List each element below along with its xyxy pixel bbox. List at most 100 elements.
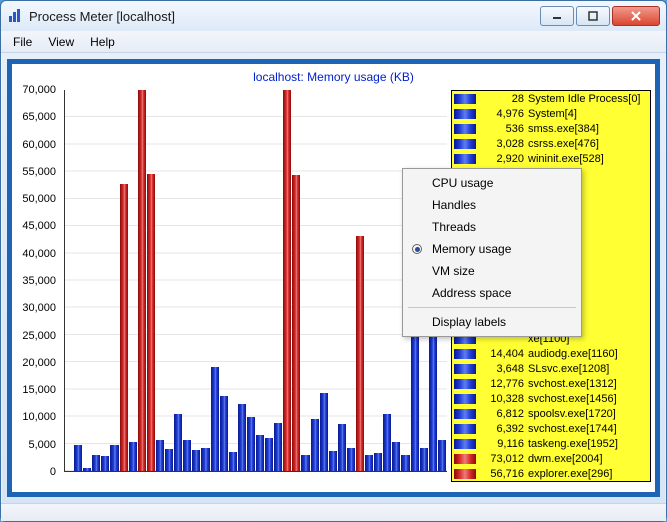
context-menu-threads[interactable]: Threads [406,216,578,238]
chart-bar[interactable] [274,423,282,471]
chart-bar[interactable] [356,236,364,471]
app-window: Process Meter [localhost] File View Help… [0,0,667,522]
chart-bar[interactable] [174,414,182,471]
chart-bar[interactable] [283,90,291,471]
chart-bar[interactable] [320,393,328,471]
chart-bar[interactable] [74,445,82,471]
chart-bar[interactable] [256,435,264,471]
legend-value: 6,812 [480,408,524,420]
legend-row[interactable]: 2,920wininit.exe[528] [452,151,650,166]
chart-bar[interactable] [247,417,255,471]
chart-bar[interactable] [411,314,419,471]
legend-row[interactable]: 3,028 csrss.exe[476] [452,136,650,151]
chart-bar[interactable] [429,335,437,471]
y-tick-label: 5,000 [28,439,56,451]
menu-help[interactable]: Help [82,33,123,51]
legend-value: 9,116 [480,438,524,450]
context-menu-labels[interactable]: Display labels [406,311,578,333]
y-tick-label: 70,000 [22,84,56,96]
chart-bar[interactable] [220,396,228,471]
chart-bar[interactable] [292,175,300,471]
chart-bar[interactable] [138,90,146,471]
legend-swatch [454,424,476,434]
chart-bar[interactable] [101,456,109,471]
legend-name: smss.exe[384] [528,123,599,135]
chart-bar[interactable] [147,174,155,471]
legend-name: csrss.exe[476] [528,138,599,150]
legend-row[interactable]: 6,812spoolsv.exe[1720] [452,406,650,421]
y-tick-label: 10,000 [22,411,56,423]
chart-bar[interactable] [329,451,337,471]
chart-bar[interactable] [192,450,200,471]
legend-row[interactable]: 28System Idle Process[0] [452,91,650,106]
legend-name: svchost.exe[1312] [528,378,617,390]
window-title: Process Meter [localhost] [29,9,538,24]
chart-bar[interactable] [265,438,273,471]
context-menu-cpu[interactable]: CPU usage [406,172,578,194]
legend-row[interactable]: 10,328svchost.exe[1456] [452,391,650,406]
chart-bar[interactable] [374,453,382,471]
legend-value: 3,028 [480,138,524,150]
maximize-button[interactable] [576,6,610,26]
chart-bar[interactable] [420,448,428,471]
legend-swatch [454,349,476,359]
legend-row[interactable]: 73,012dwm.exe[2004] [452,451,650,466]
context-menu-label: CPU usage [432,176,493,190]
chart-bar[interactable] [229,452,237,471]
context-menu-label: Handles [432,198,476,212]
context-menu-addr[interactable]: Address space [406,282,578,304]
legend-name: wininit.exe[528] [528,153,604,165]
chart-bar[interactable] [301,455,309,471]
chart-bar[interactable] [92,455,100,471]
legend-row[interactable]: 4,976System[4] [452,106,650,121]
chart-bar[interactable] [311,419,319,471]
legend-name: svchost.exe[1456] [528,393,617,405]
legend-swatch [454,409,476,419]
close-button[interactable] [612,6,660,26]
chart-bar[interactable] [120,184,128,471]
chart-bar[interactable] [129,442,137,471]
chart-bar[interactable] [401,455,409,471]
context-menu-memory[interactable]: Memory usage [406,238,578,260]
context-menu-separator [408,307,576,308]
titlebar[interactable]: Process Meter [localhost] [1,1,666,31]
legend-row[interactable]: 9,116 taskeng.exe[1952] [452,436,650,451]
chart-bar[interactable] [365,455,373,471]
chart-bar[interactable] [211,367,219,471]
chart-bar[interactable] [110,445,118,471]
chart-bar[interactable] [156,440,164,471]
chart-bar[interactable] [165,449,173,471]
legend-name: svchost.exe[1744] [528,423,617,435]
legend-swatch [454,364,476,374]
legend-swatch [454,124,476,134]
chart-bar[interactable] [83,468,91,471]
context-menu-vm[interactable]: VM size [406,260,578,282]
chart-bar[interactable] [438,440,446,471]
menu-view[interactable]: View [40,33,82,51]
y-tick-label: 35,000 [22,275,56,287]
legend-row[interactable]: 3,648SLsvc.exe[1208] [452,361,650,376]
legend-value: 56,716 [480,468,524,480]
context-menu-handles[interactable]: Handles [406,194,578,216]
chart-bar[interactable] [238,404,246,471]
context-menu-label: Threads [432,220,476,234]
legend-row[interactable]: 6,392svchost.exe[1744] [452,421,650,436]
legend-name: dwm.exe[2004] [528,453,603,465]
legend-name: taskeng.exe[1952] [528,438,618,450]
legend-row[interactable]: 56,716explorer.exe[296] [452,466,650,481]
chart-bar[interactable] [183,440,191,471]
chart-bar[interactable] [347,448,355,471]
y-tick-label: 20,000 [22,357,56,369]
menu-file[interactable]: File [5,33,40,51]
legend-row[interactable]: 536smss.exe[384] [452,121,650,136]
legend-row[interactable]: 12,776svchost.exe[1312] [452,376,650,391]
legend-swatch [454,394,476,404]
chart-area[interactable]: 05,00010,00015,00020,00025,00030,00035,0… [12,86,451,492]
chart-bar[interactable] [392,442,400,471]
chart-bar[interactable] [201,448,209,471]
minimize-button[interactable] [540,6,574,26]
legend-row[interactable]: 14,404audiodg.exe[1160] [452,346,650,361]
chart-bar[interactable] [383,414,391,471]
chart-bar[interactable] [338,424,346,471]
y-tick-label: 45,000 [22,220,56,232]
